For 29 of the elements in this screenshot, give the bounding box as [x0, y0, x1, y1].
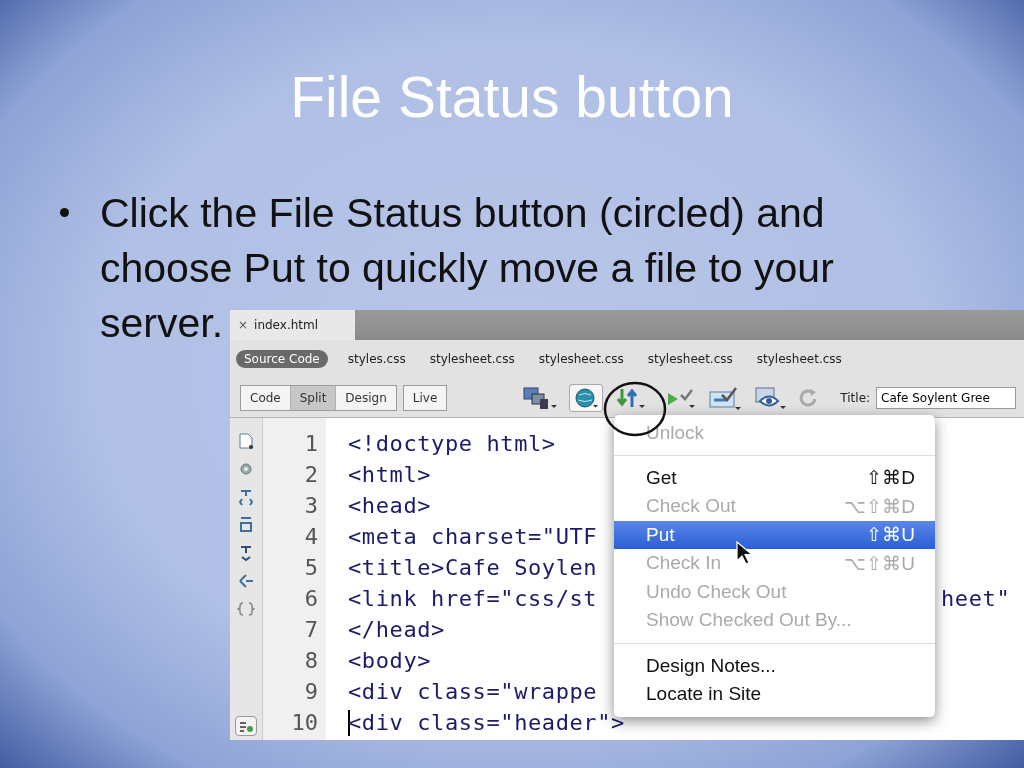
- line-number: 9: [303, 678, 319, 706]
- code-line: <title>Cafe Soylen: [348, 554, 598, 582]
- line-number: 5: [303, 554, 319, 582]
- line-number: 4: [303, 523, 319, 551]
- bullet-line: Click the File Status button (circled) and: [100, 189, 825, 238]
- slide-title: File Status button: [289, 64, 735, 128]
- line-number: 2: [303, 461, 319, 489]
- code-line: <meta charset="UTF: [348, 523, 598, 551]
- line-number: 7: [303, 616, 319, 644]
- code-line: <html>: [348, 461, 432, 489]
- code-line: <link href="css/st: [348, 585, 598, 613]
- title-label: Title:: [840, 390, 871, 405]
- code-line: </head>: [348, 616, 445, 644]
- shortcut-label: ⌥⇧⌘D: [844, 494, 915, 518]
- line-number: 6: [303, 585, 319, 613]
- shortcut-label: ⇧⌘D: [866, 466, 915, 490]
- line-number: 1: [303, 430, 319, 458]
- shortcut-label: ⌥⇧⌘U: [844, 551, 915, 575]
- bullet-line: choose Put to quickly move a file to your: [100, 244, 834, 293]
- code-line: heet": [941, 585, 1011, 613]
- code-line: <div class="wrappe: [348, 678, 598, 706]
- code-line: <body>: [348, 647, 432, 675]
- line-number: 3: [303, 492, 319, 520]
- line-number: 10: [290, 709, 319, 737]
- code-line: <!doctype html>: [348, 430, 556, 458]
- line-number: 8: [303, 647, 319, 675]
- code-line: <head>: [348, 492, 432, 520]
- shortcut-label: ⇧⌘U: [866, 523, 915, 547]
- bullet-line: server.: [100, 299, 224, 348]
